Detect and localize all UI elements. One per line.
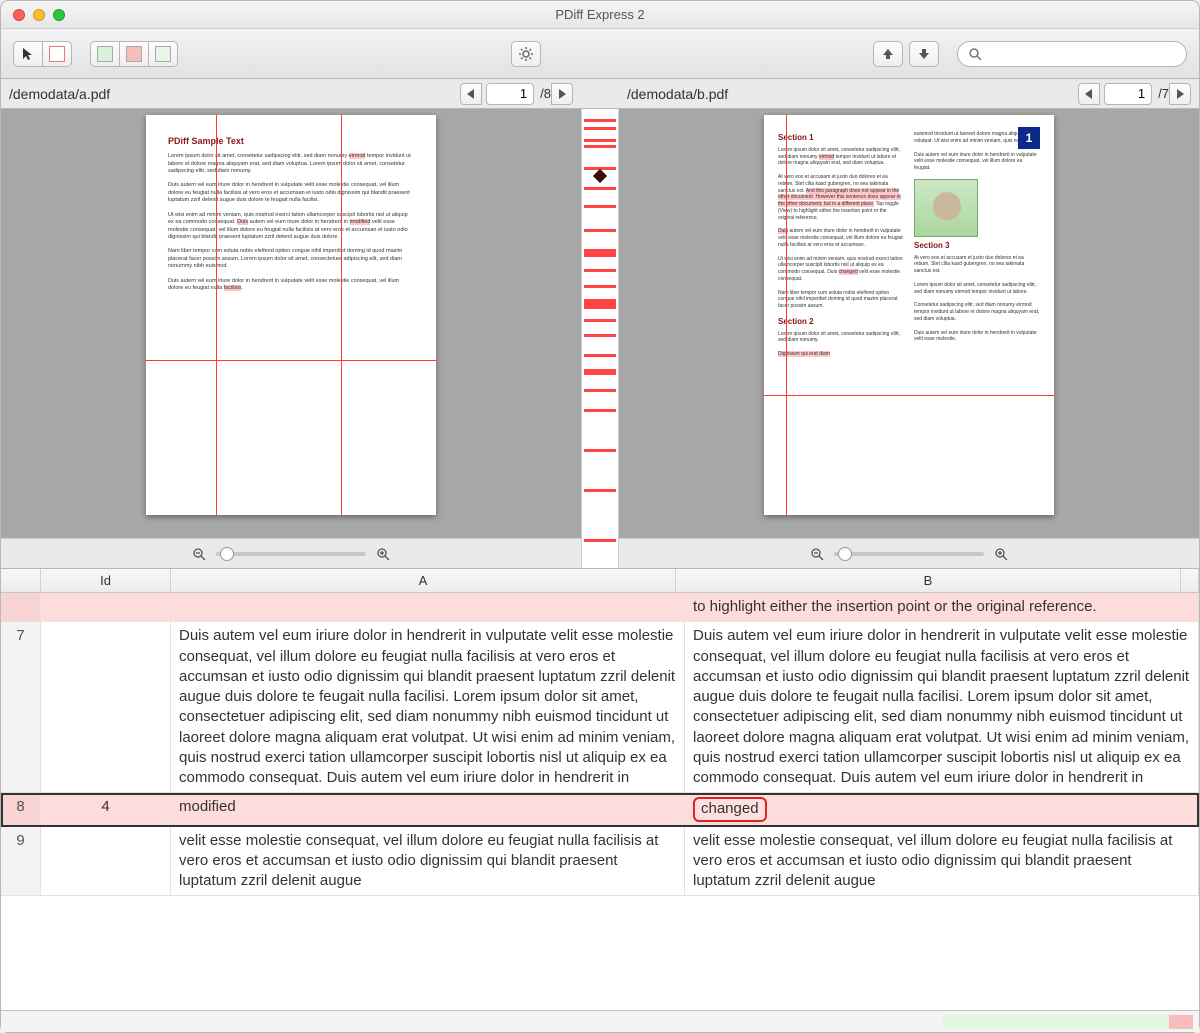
table-row[interactable]: 9 velit esse molestie consequat, vel illu… bbox=[1, 827, 1199, 897]
cell-id bbox=[41, 827, 171, 896]
settings-button[interactable] bbox=[511, 41, 541, 67]
th-a[interactable]: A bbox=[171, 569, 676, 592]
zoom-bar-b bbox=[619, 538, 1199, 568]
triangle-right-icon bbox=[558, 89, 566, 99]
path-a-label: /demodata/a.pdf bbox=[9, 86, 454, 102]
cell-a: Duis autem vel eum iriure dolor in hendr… bbox=[171, 622, 685, 792]
filter-diff-button[interactable] bbox=[119, 41, 149, 67]
preview-pane-b: 1 Section 1 Lorem ipsum dolor sit amet, … bbox=[619, 109, 1199, 568]
cell-a: velit esse molestie consequat, vel illum… bbox=[171, 827, 685, 896]
th-b[interactable]: B bbox=[676, 569, 1181, 592]
arrow-down-icon bbox=[918, 48, 930, 60]
page-b-next-button[interactable] bbox=[1169, 83, 1191, 105]
triangle-right-icon bbox=[1176, 89, 1184, 99]
table-row[interactable]: 84modified changed bbox=[1, 793, 1199, 826]
triangle-left-icon bbox=[467, 89, 475, 99]
cell-rownum bbox=[1, 593, 41, 621]
cell-id bbox=[41, 622, 171, 792]
preview-area: PDiff Sample Text Lorem ipsum dolor sit … bbox=[1, 109, 1199, 569]
zoom-out-icon[interactable] bbox=[810, 547, 824, 561]
table-row[interactable]: to highlight either the insertion point … bbox=[1, 593, 1199, 622]
diff-summary-swatch bbox=[943, 1015, 1193, 1029]
arrow-up-icon bbox=[882, 48, 894, 60]
highlight-tool-button[interactable] bbox=[42, 41, 72, 67]
toolbar bbox=[1, 29, 1199, 79]
search-icon bbox=[968, 47, 982, 61]
diff-table: Id A B to highlight either the insertion… bbox=[1, 569, 1199, 1032]
section3-heading: Section 3 bbox=[914, 241, 1040, 252]
cursor-tool-button[interactable] bbox=[13, 41, 43, 67]
cell-b: velit esse molestie consequat, vel illum… bbox=[685, 827, 1199, 896]
page-a: PDiff Sample Text Lorem ipsum dolor sit … bbox=[146, 115, 436, 515]
cell-rownum: 7 bbox=[1, 622, 41, 792]
cell-b: to highlight either the insertion point … bbox=[685, 593, 1199, 621]
zoom-out-icon[interactable] bbox=[192, 547, 206, 561]
gear-icon bbox=[518, 46, 534, 62]
th-id[interactable]: Id bbox=[41, 569, 171, 592]
page-a-title: PDiff Sample Text bbox=[168, 135, 414, 147]
current-diff-marker bbox=[593, 169, 607, 183]
changed-token: changed bbox=[693, 797, 767, 821]
filter-same-button[interactable] bbox=[90, 41, 120, 67]
zoom-in-icon[interactable] bbox=[994, 547, 1008, 561]
page-a-next-button[interactable] bbox=[551, 83, 573, 105]
page-b-prev-button[interactable] bbox=[1078, 83, 1100, 105]
table-header: Id A B bbox=[1, 569, 1199, 593]
prev-diff-button[interactable] bbox=[873, 41, 903, 67]
table-row[interactable]: 7 Duis autem vel eum iriure dolor in hend… bbox=[1, 622, 1199, 793]
cell-b: changed bbox=[685, 793, 1199, 825]
status-bar bbox=[1, 1010, 1199, 1032]
cell-id: 4 bbox=[41, 793, 171, 825]
page-b-input[interactable] bbox=[1104, 83, 1152, 105]
search-field[interactable] bbox=[957, 41, 1187, 67]
window-titlebar: PDiff Express 2 bbox=[1, 1, 1199, 29]
diff-gutter[interactable] bbox=[581, 109, 619, 568]
section1-heading: Section 1 bbox=[778, 133, 904, 144]
embedded-image bbox=[914, 179, 978, 237]
section2-heading: Section 2 bbox=[778, 317, 904, 328]
path-b-label: /demodata/b.pdf bbox=[627, 86, 1072, 102]
next-diff-button[interactable] bbox=[909, 41, 939, 67]
search-input[interactable] bbox=[988, 45, 1176, 62]
filter-all-button[interactable] bbox=[148, 41, 178, 67]
cell-a: modified bbox=[171, 793, 685, 825]
page-a-total: /8 bbox=[540, 86, 551, 101]
preview-stage-b[interactable]: 1 Section 1 Lorem ipsum dolor sit amet, … bbox=[619, 109, 1199, 538]
th-rownum[interactable] bbox=[1, 569, 41, 592]
app-window: PDiff Express 2 bbox=[0, 0, 1200, 1033]
window-title: PDiff Express 2 bbox=[1, 7, 1199, 22]
cell-id bbox=[41, 593, 171, 621]
table-body[interactable]: to highlight either the insertion point … bbox=[1, 593, 1199, 1010]
cell-a bbox=[171, 593, 685, 621]
page-a-input[interactable] bbox=[486, 83, 534, 105]
cell-rownum: 9 bbox=[1, 827, 41, 896]
page-b-total: /7 bbox=[1158, 86, 1169, 101]
path-bar: /demodata/a.pdf /8 /demodata/b.pdf /7 bbox=[1, 79, 1199, 109]
zoom-slider-a[interactable] bbox=[216, 552, 366, 556]
th-scroll-spacer bbox=[1181, 569, 1199, 592]
page-b: 1 Section 1 Lorem ipsum dolor sit amet, … bbox=[764, 115, 1054, 515]
page-b-number-badge: 1 bbox=[1018, 127, 1040, 149]
preview-pane-a: PDiff Sample Text Lorem ipsum dolor sit … bbox=[1, 109, 581, 568]
zoom-slider-b[interactable] bbox=[834, 552, 984, 556]
cell-b: Duis autem vel eum iriure dolor in hendr… bbox=[685, 622, 1199, 792]
zoom-in-icon[interactable] bbox=[376, 547, 390, 561]
preview-stage-a[interactable]: PDiff Sample Text Lorem ipsum dolor sit … bbox=[1, 109, 581, 538]
zoom-bar-a bbox=[1, 538, 581, 568]
cell-rownum: 8 bbox=[1, 793, 41, 825]
page-a-prev-button[interactable] bbox=[460, 83, 482, 105]
triangle-left-icon bbox=[1085, 89, 1093, 99]
